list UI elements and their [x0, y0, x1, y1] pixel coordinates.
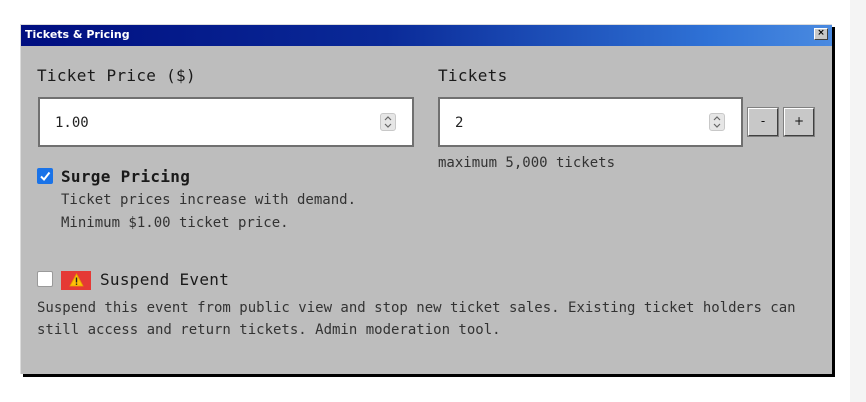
increment-tickets-button[interactable]: + [783, 107, 815, 137]
tickets-label: Tickets [438, 66, 508, 85]
spinner-arrows-icon [384, 116, 392, 128]
suspend-event-desc-1: Suspend this event from public view and … [37, 300, 796, 316]
tickets-max-hint: maximum 5,000 tickets [438, 155, 616, 171]
warning-icon [69, 273, 84, 287]
surge-pricing-desc-2: Minimum $1.00 ticket price. [61, 215, 289, 231]
dialog-title: Tickets & Pricing [25, 28, 130, 41]
tickets-value: 2 [455, 115, 464, 131]
background-strip [850, 0, 866, 402]
tickets-input[interactable]: 2 [438, 97, 743, 147]
spinner-arrows-icon [713, 116, 721, 128]
ticket-price-value: 1.00 [55, 115, 89, 131]
close-icon: × [817, 28, 825, 38]
decrement-tickets-button[interactable]: - [747, 107, 779, 137]
surge-pricing-checkbox[interactable] [37, 168, 53, 184]
surge-pricing-label: Surge Pricing [61, 167, 191, 186]
surge-pricing-desc-1: Ticket prices increase with demand. [61, 192, 357, 208]
tickets-pricing-dialog: Tickets & Pricing × Ticket Price ($) 1.0… [20, 24, 832, 374]
tickets-spinner[interactable] [709, 113, 725, 131]
suspend-event-checkbox[interactable] [37, 271, 53, 287]
ticket-price-input[interactable]: 1.00 [38, 97, 414, 147]
close-button[interactable]: × [814, 28, 828, 40]
ticket-price-label: Ticket Price ($) [37, 66, 196, 85]
warning-badge [61, 271, 91, 290]
suspend-event-desc-2: still access and return tickets. Admin m… [37, 322, 501, 338]
title-bar[interactable]: Tickets & Pricing × [21, 25, 832, 46]
suspend-event-label: Suspend Event [100, 270, 230, 289]
ticket-price-spinner[interactable] [380, 113, 396, 131]
checkmark-icon [40, 171, 51, 182]
